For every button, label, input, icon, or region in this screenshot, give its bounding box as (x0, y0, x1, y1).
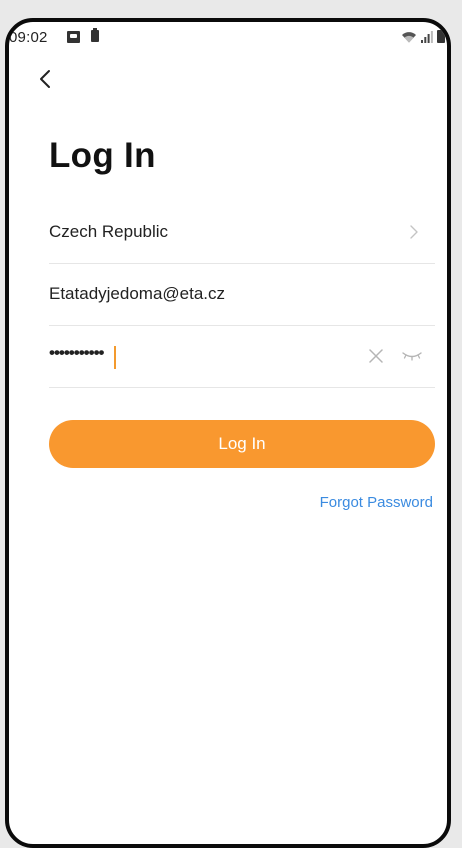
wifi-icon (402, 32, 416, 43)
image-icon (67, 31, 80, 43)
login-button[interactable]: Log In (49, 420, 435, 468)
back-button[interactable] (35, 68, 57, 90)
status-right-icons (401, 30, 445, 43)
battery-icon (437, 30, 445, 43)
close-icon[interactable] (369, 349, 383, 363)
chevron-right-icon (410, 225, 418, 239)
forgot-password-link[interactable]: Forgot Password (320, 494, 433, 511)
country-selector[interactable]: Czech Republic (49, 202, 435, 264)
country-value: Czech Republic (49, 222, 169, 241)
phone-frame: 09:02 Log In Czech Republic Etatadyjedom… (5, 18, 451, 848)
email-field[interactable]: Etatadyjedoma@eta.cz (49, 264, 435, 326)
password-field[interactable]: ••••••••••• (49, 326, 435, 388)
email-value: Etatadyjedoma@eta.cz (49, 284, 226, 303)
chevron-left-icon (40, 70, 50, 88)
status-time: 09:02 (9, 29, 48, 46)
status-bar: 09:02 (9, 26, 447, 52)
text-cursor (114, 346, 116, 369)
login-screen: 09:02 Log In Czech Republic Etatadyjedom… (9, 22, 447, 844)
password-value: ••••••••••• (49, 343, 104, 362)
eye-closed-icon[interactable] (401, 350, 423, 362)
signal-icon (421, 31, 433, 43)
page-title: Log In (49, 136, 156, 175)
battery-saver-icon (91, 28, 99, 42)
